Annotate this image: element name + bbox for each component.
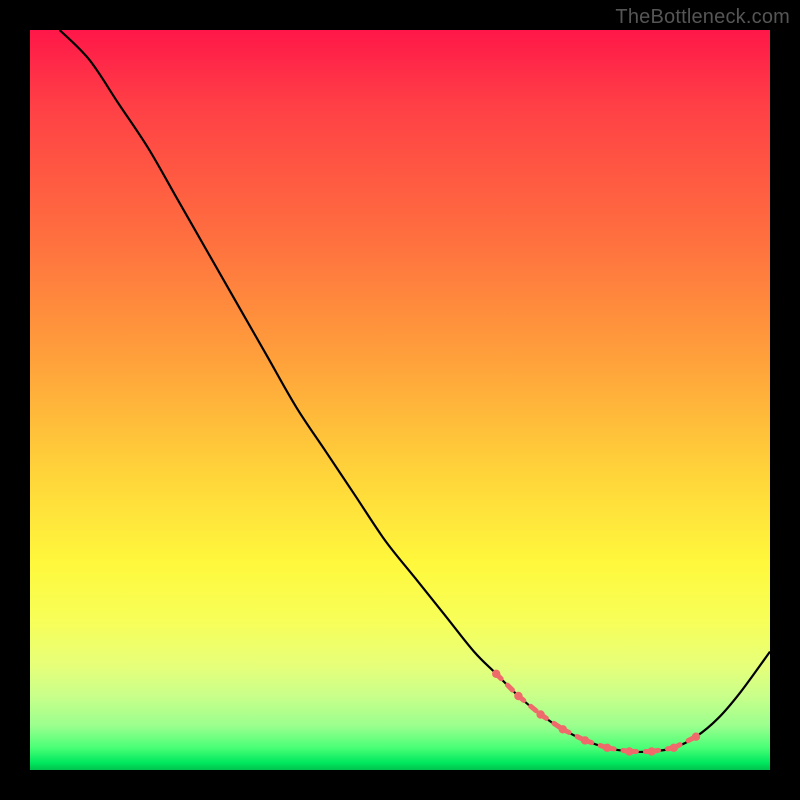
- optimal-range-dot: [647, 747, 655, 755]
- chart-frame: TheBottleneck.com: [0, 0, 800, 800]
- plot-area: [30, 30, 770, 770]
- optimal-range-dot: [536, 710, 544, 718]
- optimal-range-dot: [625, 747, 633, 755]
- optimal-range-dot: [492, 670, 500, 678]
- curve-layer: [30, 30, 770, 770]
- optimal-range-markers: [492, 670, 700, 756]
- optimal-range-dash: [518, 696, 540, 715]
- optimal-range-dot: [581, 736, 589, 744]
- optimal-range-dot: [692, 733, 700, 741]
- optimal-range-dot: [670, 744, 678, 752]
- watermark-text: TheBottleneck.com: [615, 6, 790, 29]
- optimal-range-dot: [559, 725, 567, 733]
- optimal-range-dot: [603, 744, 611, 752]
- bottleneck-curve: [60, 30, 770, 752]
- optimal-range-dot: [514, 692, 522, 700]
